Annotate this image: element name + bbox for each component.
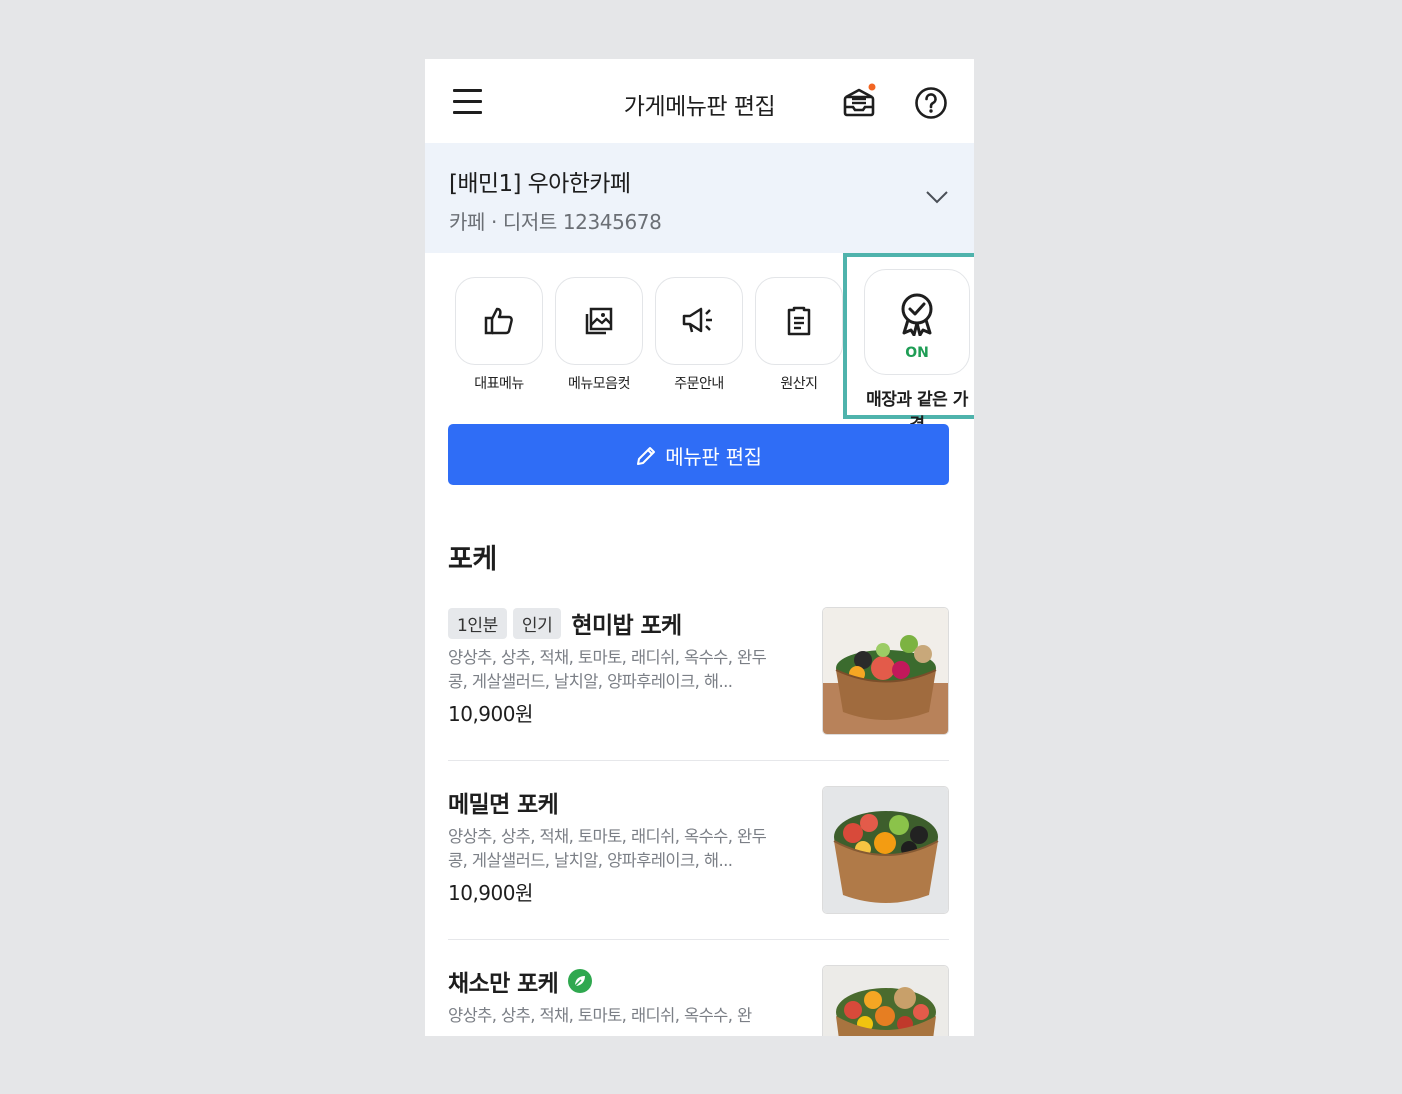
item-photo	[822, 786, 949, 914]
megaphone-icon	[682, 307, 712, 333]
thumbs-up-icon	[484, 307, 513, 335]
store-selector[interactable]: [배민1] 우아한카페 카페 · 디저트 12345678	[425, 143, 974, 253]
quick-action-label: 주문안내	[674, 376, 724, 392]
page-title: 가게메뉴판 편집	[623, 94, 776, 120]
toggle-status: ON	[905, 345, 929, 361]
item-description: 양상추, 상추, 적채, 토마토, 래디쉬, 옥수수, 완	[448, 1006, 752, 1025]
phone-screen: 가게메뉴판 편집 [배민1] 우아한카페 카페 · 디저트 12345678 대…	[425, 59, 974, 1036]
gallery-icon	[585, 307, 613, 335]
item-name: 채소만 포케	[448, 971, 559, 997]
item-photo	[822, 607, 949, 735]
item-photo	[822, 965, 949, 1036]
help-icon[interactable]	[913, 85, 949, 121]
edit-menu-label: 메뉴판 편집	[665, 445, 762, 469]
item-name: 현미밥 포케	[571, 613, 682, 639]
pencil-icon	[637, 447, 656, 465]
chevron-down-icon	[926, 191, 948, 204]
quick-action-label: 대표메뉴	[474, 376, 524, 392]
same-price-toggle[interactable]: ON 매장과 같은 가격	[862, 269, 972, 435]
quick-action-order-info[interactable]: 주문안내	[654, 277, 744, 393]
item-tag: 인기	[512, 607, 562, 639]
menu-item[interactable]: 채소만 포케 양상추, 상추, 적채, 토마토, 래디쉬, 옥수수, 완	[448, 965, 949, 1036]
item-name: 메밀면 포케	[448, 792, 559, 818]
app-header: 가게메뉴판 편집	[425, 59, 974, 143]
divider	[448, 760, 949, 761]
item-tag: 1인분	[448, 607, 507, 639]
item-description: 양상추, 상추, 적채, 토마토, 래디쉬, 옥수수, 완두콩, 게살샐러드, …	[448, 827, 767, 870]
menu-item[interactable]: 1인분 인기 현미밥 포케 양상추, 상추, 적채, 토마토, 래디쉬, 옥수수…	[448, 607, 949, 735]
section-title: 포케	[448, 544, 497, 575]
quick-action-rep-menu[interactable]: 대표메뉴	[454, 277, 544, 393]
divider	[448, 939, 949, 940]
store-category: 카페 · 디저트 12345678	[449, 210, 662, 234]
inbox-icon[interactable]	[840, 83, 878, 121]
item-description: 양상추, 상추, 적채, 토마토, 래디쉬, 옥수수, 완두콩, 게살샐러드, …	[448, 648, 767, 691]
document-icon	[787, 306, 811, 336]
leaf-icon	[568, 969, 593, 993]
store-name: [배민1] 우아한카페	[449, 171, 631, 197]
notification-dot	[868, 83, 876, 91]
quick-action-label: 원산지	[780, 376, 818, 392]
quick-action-menu-gallery[interactable]: 메뉴모음컷	[554, 277, 644, 393]
edit-menu-button[interactable]: 메뉴판 편집	[448, 424, 949, 485]
quick-action-origin[interactable]: 원산지	[754, 277, 844, 393]
quick-action-label: 메뉴모음컷	[568, 376, 630, 392]
badge-check-icon	[901, 293, 933, 336]
menu-item[interactable]: 메밀면 포케 양상추, 상추, 적채, 토마토, 래디쉬, 옥수수, 완두콩, …	[448, 786, 949, 914]
